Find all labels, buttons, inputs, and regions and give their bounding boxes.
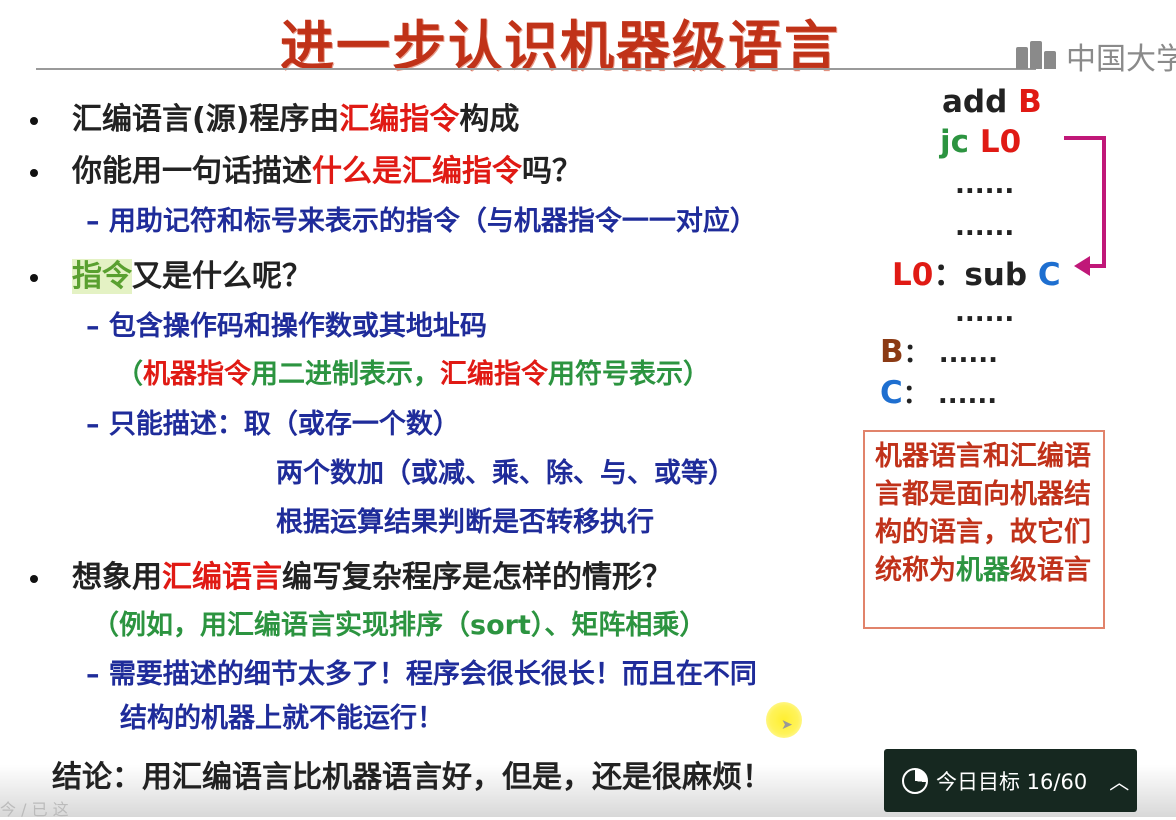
bullet-3-sub-1b: （机器指令用二进制表示，汇编指令用符号表示） [116, 359, 710, 390]
bullet-dot-icon [30, 574, 38, 583]
logo-text: 中国大学 [1066, 42, 1176, 77]
bullet-3-text: 又是什么呢？ [132, 259, 312, 294]
bullet-1-text-a: 汇编语言(源)程序由 [72, 102, 340, 137]
bullet-dot-icon [30, 116, 38, 125]
code-ellipsis-3: ...... [955, 298, 1015, 328]
prompt-fragment: 今 / 已 这 [0, 800, 69, 819]
note-box: 机器语言和汇编语言都是面向机器结构的语言，故它们统称为机器级语言 [863, 430, 1105, 629]
bullet-2: 你能用一句话描述什么是汇编指令吗？ [24, 146, 582, 190]
machine-instruction-label: 机器指令 [143, 359, 251, 390]
bullet-dot-icon [30, 273, 38, 282]
platform-logo: 中国大学 [1016, 40, 1176, 77]
bullet-3-sub-2b: 两个数加（或减、乘、除、与、或等） [276, 458, 735, 489]
daily-goal-label: 今日目标 16/60 [936, 769, 1088, 794]
conclusion-text: 结论：用汇编语言比机器语言好，但是，还是很麻烦！ [52, 760, 772, 795]
bullet-3-sub-1: – 包含操作码和操作数或其地址码 [86, 311, 487, 342]
code-label-c: C： ...... [880, 375, 998, 411]
code-ellipsis-2: ...... [955, 212, 1015, 242]
cursor-arrow-icon: ➤ [781, 717, 793, 733]
bullet-2-highlight: 什么是汇编指令 [312, 154, 522, 189]
bullet-1-highlight: 汇编指令 [339, 102, 460, 137]
code-label-b: B： ...... [880, 334, 998, 370]
progress-ring-icon [902, 767, 928, 794]
bullet-dot-icon [30, 168, 38, 177]
code-line-add: add B [942, 84, 1042, 120]
bullet-3-highlight: 指令 [72, 259, 132, 294]
code-line-sub: L0：sub C [892, 257, 1061, 293]
bullet-1-text-c: 构成 [459, 102, 520, 137]
bullet-2-text-a: 你能用一句话描述 [72, 154, 312, 189]
bullet-4-example: （例如，用汇编语言实现排序（sort）、矩阵相乘） [92, 610, 707, 641]
jump-arrow-icon [1064, 136, 1106, 276]
logo-mark-icon [1016, 41, 1060, 71]
bullet-4-sub-2: 结构的机器上就不能运行！ [120, 703, 444, 734]
bullet-4-sub-1: – 需要描述的细节太多了！程序会很长很长！而且在不同 [86, 659, 757, 690]
code-ellipsis-1: ...... [955, 170, 1015, 200]
bullet-3: 指令又是什么呢？ [24, 251, 312, 295]
title-divider [36, 68, 1036, 70]
bullet-4-highlight: 汇编语言 [162, 560, 282, 595]
chevron-up-icon[interactable]: ︿ [1109, 766, 1129, 795]
bullet-4-text-c: 编写复杂程序是怎样的情形？ [282, 560, 672, 595]
bullet-1: 汇编语言(源)程序由汇编指令构成 [24, 94, 519, 138]
assembly-instruction-label: 汇编指令 [440, 359, 548, 390]
bullet-3-sub-2c: 根据运算结果判断是否转移执行 [276, 507, 654, 538]
daily-goal-button[interactable]: 今日目标 16/60 ︿ [884, 749, 1137, 812]
bullet-2-sub: – 用助记符和标号来表示的指令（与机器指令一一对应） [86, 206, 757, 237]
bullet-2-text-c: 吗？ [522, 154, 582, 189]
bullet-3-sub-2: – 只能描述：取（或存一个数） [86, 409, 460, 440]
note-highlight: 机器 [956, 555, 1010, 586]
bullet-4: 想象用汇编语言编写复杂程序是怎样的情形？ [24, 552, 672, 596]
code-line-jc: jc L0 [940, 124, 1022, 160]
bullet-4-text-a: 想象用 [72, 560, 162, 595]
